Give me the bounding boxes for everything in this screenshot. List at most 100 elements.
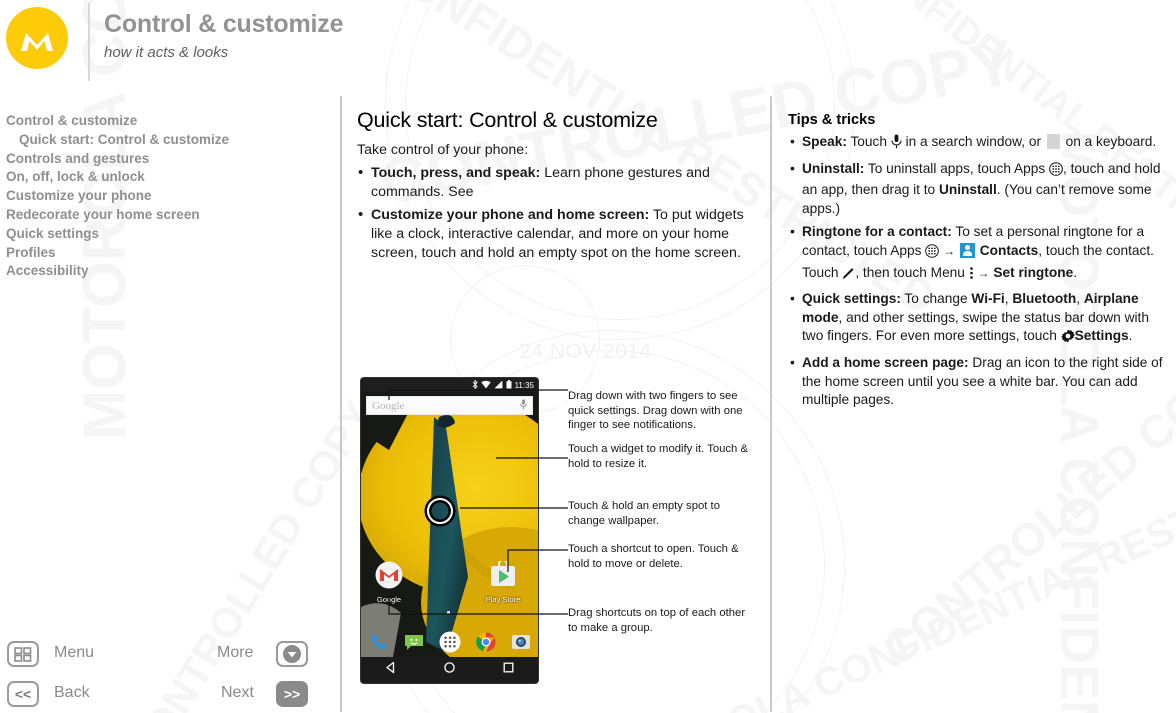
back-label[interactable]: Back	[54, 684, 90, 702]
camera-app-icon[interactable]	[511, 632, 531, 657]
keyboard-mic-placeholder-icon	[1046, 134, 1060, 149]
sidebar-item-accessibility[interactable]: Accessibility	[6, 262, 326, 281]
arrow-right-icon: →	[977, 265, 990, 280]
tip-title: Uninstall:	[802, 160, 865, 176]
sidebar-toc: Control & customize Quick start: Control…	[6, 112, 326, 281]
page-subtitle: how it acts & looks	[104, 44, 229, 61]
column-divider-left	[340, 96, 342, 712]
back-button[interactable]: <<	[7, 681, 39, 707]
tip-title: Quick settings:	[802, 291, 901, 307]
menu-label[interactable]: Menu	[54, 644, 94, 662]
tip-text: .	[1073, 264, 1078, 280]
tip-title: Speak:	[802, 134, 847, 149]
tip-text: Touch	[846, 134, 891, 149]
main-content: Quick start: Control & customize Take co…	[357, 108, 752, 267]
tip-add-home-page: Add a home screen page: Drag an icon to …	[788, 353, 1174, 410]
sidebar-item-on-off-lock-unlock[interactable]: On, off, lock & unlock	[6, 168, 326, 187]
signal-icon	[494, 378, 503, 394]
list-item: Customize your phone and home screen: To…	[357, 205, 752, 263]
home-nav-icon[interactable]	[443, 661, 456, 679]
bullet-title: Customize your phone and home screen:	[371, 207, 650, 223]
next-glyph: >>	[283, 686, 301, 702]
shortcut-label: Google	[376, 595, 402, 604]
grid-icon	[14, 646, 32, 662]
overflow-menu-icon	[969, 266, 974, 286]
microphone-icon	[891, 134, 902, 155]
more-label[interactable]: More	[217, 644, 253, 662]
bullet-title: Touch, press, and speak:	[371, 165, 541, 181]
callout-group: Drag shortcuts on top of each other to m…	[568, 607, 746, 634]
tip-text: in a search window, or	[901, 134, 1045, 149]
menu-button[interactable]	[7, 641, 39, 667]
chrome-app-icon[interactable]	[475, 632, 496, 657]
watermark-text: MOTOROLA CONFIDENTIAL RESTRICTED	[586, 438, 1176, 713]
callout-wallpaper: Touch & hold an empty spot to change wal…	[568, 500, 720, 527]
touch-hold-indicator	[427, 498, 453, 524]
tip-text: .	[1128, 328, 1133, 344]
page-title: Control & customize	[104, 10, 344, 38]
sidebar-item-controls-gestures[interactable]: Controls and gestures	[6, 150, 326, 169]
tips-heading: Tips & tricks	[788, 112, 876, 128]
google-search-widget[interactable]: Google	[366, 396, 533, 415]
tip-bold: Settings	[1074, 328, 1129, 344]
list-item: Touch, press, and speak: Learn phone ges…	[357, 163, 752, 202]
sidebar-item-redecorate-home-screen[interactable]: Redecorate your home screen	[6, 206, 326, 225]
phone-illustration: 11:35 Google Google Play Store	[361, 378, 538, 683]
bluetooth-icon	[472, 378, 478, 394]
tip-text: , then touch Menu	[855, 264, 969, 280]
tip-bold: Set ringtone	[993, 264, 1074, 280]
phone-dock	[361, 631, 538, 657]
more-button[interactable]	[276, 641, 308, 667]
sidebar-item-control-customize[interactable]: Control & customize	[6, 112, 326, 131]
sidebar-item-customize-your-phone[interactable]: Customize your phone	[6, 187, 326, 206]
phone-status-bar: 11:35	[361, 378, 538, 392]
tip-text: ,	[1076, 291, 1084, 307]
back-nav-icon[interactable]	[384, 661, 397, 679]
tip-bold: Uninstall	[938, 182, 997, 198]
sidebar-item-quick-settings[interactable]: Quick settings	[6, 225, 326, 244]
tip-ringtone: Ringtone for a contact: To set a persona…	[788, 222, 1174, 286]
main-bullet-list: Touch, press, and speak: Learn phone ges…	[357, 163, 752, 263]
sidebar-item-quick-start[interactable]: Quick start: Control & customize	[6, 131, 326, 150]
gear-icon	[1060, 329, 1075, 349]
tip-text: To change	[900, 291, 972, 307]
main-lead: Take control of your phone:	[357, 142, 529, 158]
callout-shortcut: Touch a shortcut to open. Touch & hold t…	[568, 543, 739, 570]
tips-list: Speak: Touch in a search window, or on a…	[788, 132, 1174, 410]
tip-text: on a keyboard.	[1061, 134, 1157, 149]
tip-speak: Speak: Touch in a search window, or on a…	[788, 132, 1174, 155]
back-glyph: <<	[14, 686, 32, 702]
next-button[interactable]: >>	[276, 681, 308, 707]
phone-wallpaper	[361, 392, 538, 657]
tip-bold: Wi-Fi	[971, 291, 1005, 307]
apps-grid-icon	[1049, 161, 1063, 182]
battery-icon	[506, 378, 512, 394]
search-placeholder: Google	[372, 399, 405, 412]
voice-search-icon[interactable]	[520, 397, 527, 415]
recents-nav-icon[interactable]	[502, 661, 515, 679]
watermark-date: 24 NOV 2014	[519, 340, 652, 363]
header-divider	[88, 3, 90, 81]
callout-quick-settings: Drag down with two fingers to see quick …	[568, 390, 743, 432]
next-label[interactable]: Next	[221, 684, 254, 702]
shortcut-google[interactable]: Google	[367, 561, 411, 604]
tip-quick-settings: Quick settings: To change Wi-Fi, Bluetoo…	[788, 289, 1174, 349]
tip-uninstall: Uninstall: To uninstall apps, touch Apps…	[788, 159, 1174, 219]
sidebar-item-profiles[interactable]: Profiles	[6, 244, 326, 263]
tip-title: Ringtone for a contact:	[802, 224, 952, 240]
tip-bold: Contacts	[979, 242, 1039, 258]
motorola-logo-icon	[6, 7, 68, 69]
phone-navigation-bar	[361, 657, 538, 683]
pencil-edit-icon	[842, 267, 855, 286]
phone-app-icon[interactable]	[369, 632, 389, 657]
tips-and-tricks: Tips & tricks Speak: Touch in a search w…	[788, 112, 1174, 415]
contacts-app-icon	[959, 242, 975, 258]
main-heading: Quick start: Control & customize	[357, 108, 658, 132]
tip-text: To uninstall apps, touch Apps	[864, 160, 1050, 176]
messaging-app-icon[interactable]	[404, 632, 424, 657]
chevron-down-icon	[283, 645, 301, 663]
shortcut-label: Play Store	[485, 595, 521, 604]
apps-drawer-icon[interactable]	[439, 631, 461, 658]
page-root: CONTROLLED COPY MOTOROLA CONFIDENTIAL RE…	[0, 0, 1176, 713]
shortcut-play-store[interactable]: Play Store	[481, 559, 525, 604]
